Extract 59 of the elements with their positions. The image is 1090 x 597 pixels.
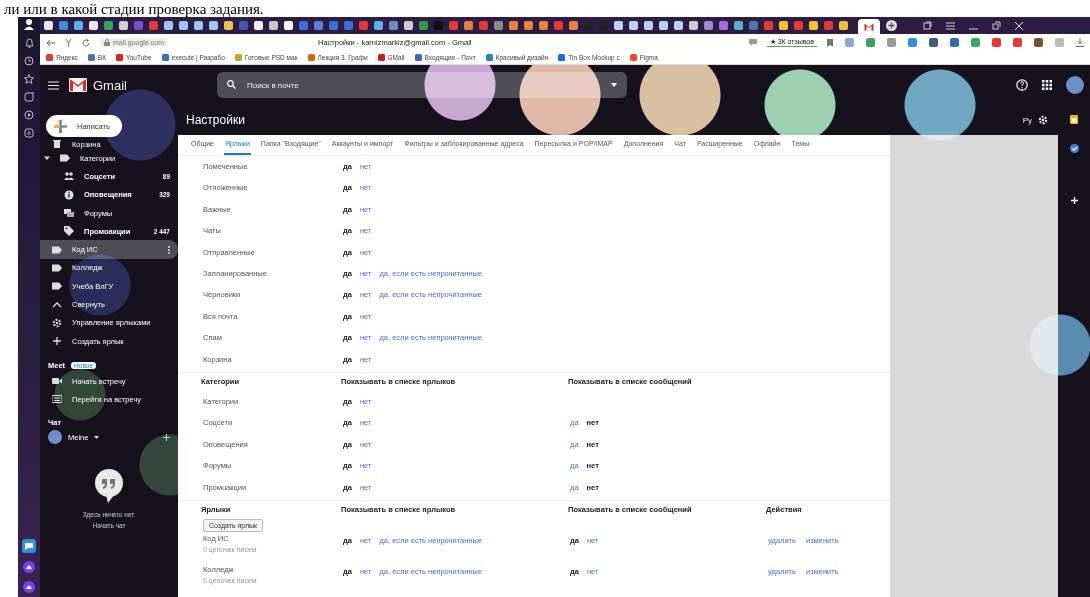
chat-bubbles-icon xyxy=(64,208,74,219)
plus-icon xyxy=(52,336,62,347)
extension-icon[interactable] xyxy=(992,38,1001,47)
download-icon[interactable] xyxy=(1076,38,1084,47)
extension-icon[interactable] xyxy=(1034,38,1043,47)
label-icon xyxy=(52,281,62,292)
restore-icon[interactable] xyxy=(992,21,1001,30)
avatar xyxy=(48,430,62,445)
tabs-icon[interactable] xyxy=(923,21,932,30)
star-icon[interactable] xyxy=(24,74,34,84)
apps-grid-icon[interactable] xyxy=(1042,80,1052,90)
search-icon[interactable] xyxy=(227,80,236,89)
new-tab-icon[interactable] xyxy=(886,20,897,31)
extension-icon[interactable] xyxy=(929,38,938,47)
play-icon[interactable] xyxy=(24,110,34,120)
close-icon[interactable] xyxy=(1015,21,1023,30)
calendar-icon[interactable] xyxy=(1070,115,1078,124)
gear-icon xyxy=(52,317,62,328)
people-icon xyxy=(64,171,74,182)
tasks-icon[interactable] xyxy=(1069,144,1079,153)
active-tab[interactable] xyxy=(858,19,880,34)
info-icon xyxy=(64,189,74,200)
video-camera-icon xyxy=(52,376,62,387)
language-indicator[interactable]: Ру xyxy=(1022,115,1032,125)
page-heading: Настройки xyxy=(186,113,245,127)
extension-icon[interactable] xyxy=(1013,38,1022,47)
tag-icon xyxy=(64,226,74,237)
label-icon xyxy=(52,262,62,273)
profile-icon[interactable] xyxy=(24,19,34,30)
lock-icon xyxy=(104,39,110,46)
quote-bubble-icon xyxy=(94,469,124,504)
help-icon[interactable] xyxy=(1016,79,1028,91)
back-icon[interactable] xyxy=(46,38,55,47)
reload-icon[interactable] xyxy=(82,38,90,47)
gmail-logo-icon xyxy=(864,22,874,31)
chat-bubble-icon[interactable] xyxy=(748,39,757,46)
caret-icon[interactable] xyxy=(94,435,100,439)
extension-icon[interactable] xyxy=(971,38,980,47)
gmail-logo-icon[interactable] xyxy=(69,78,87,92)
clock-icon[interactable] xyxy=(24,56,34,66)
app-name: Gmail xyxy=(93,77,127,93)
plus-icon[interactable] xyxy=(163,433,170,441)
caret-icon[interactable] xyxy=(611,83,617,87)
extension-icon[interactable] xyxy=(950,38,959,47)
messenger-app-icon[interactable] xyxy=(22,539,36,553)
trash-icon xyxy=(52,139,62,149)
bell-icon[interactable] xyxy=(24,38,34,48)
keyboard-icon xyxy=(52,394,62,405)
badge-icon[interactable] xyxy=(24,128,34,138)
bookmark-icon[interactable] xyxy=(827,38,833,47)
extension-icon[interactable] xyxy=(866,38,875,47)
avatar[interactable] xyxy=(1066,76,1084,94)
label-icon xyxy=(52,244,62,255)
extension-icon[interactable] xyxy=(908,38,917,47)
square-app-icon[interactable] xyxy=(24,92,34,102)
settings-icon[interactable] xyxy=(1038,115,1048,125)
plus-icon xyxy=(54,119,67,133)
expand-arrow-icon[interactable] xyxy=(44,155,50,162)
label-icon xyxy=(60,153,70,164)
